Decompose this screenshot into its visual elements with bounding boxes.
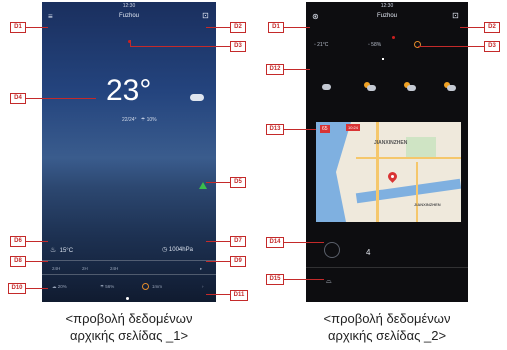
divider: [42, 260, 216, 261]
label-d6: D6: [10, 236, 26, 247]
label-d7: D7: [230, 236, 246, 247]
forecast-tab-2[interactable]: 2H: [82, 266, 88, 271]
forecast-tab-3[interactable]: 24H: [110, 266, 118, 271]
caption-line-2: αρχικής σελίδας _1>: [69, 328, 189, 343]
top-temp: ▫ 21°C: [314, 42, 329, 48]
road: [356, 157, 461, 159]
pointer-line: [284, 27, 310, 28]
road: [376, 122, 379, 222]
status-bar: 12:30: [122, 3, 136, 9]
pointer-line: [418, 46, 484, 47]
pointer-line: [26, 98, 96, 99]
pointer-line: [26, 288, 48, 289]
current-temperature: 23°: [106, 74, 152, 107]
label-d13: D13: [266, 124, 284, 135]
divider: [306, 267, 468, 268]
cloud-icon: [367, 85, 376, 91]
status-bar: 12:30: [380, 3, 394, 9]
pointer-line: [26, 241, 48, 242]
footer-value-1: ☁ 20%: [52, 284, 67, 289]
sunrise-icon: ⌓: [326, 278, 332, 285]
pointer-line: [26, 27, 48, 28]
forecast-tab-1[interactable]: 24H: [52, 266, 60, 271]
label-d9: D9: [230, 256, 246, 267]
share-icon[interactable]: ⊡: [202, 12, 209, 20]
label-d15: D15: [266, 274, 284, 285]
more-icon[interactable]: ▸: [200, 266, 202, 272]
pointer-line: [460, 27, 484, 28]
weather-map[interactable]: 65 10:24 JIANXINZHEN JIANXINZHEN: [316, 122, 461, 222]
pointer-line: [130, 40, 131, 46]
cloud-icon: [190, 94, 204, 101]
pointer-line: [284, 129, 316, 130]
warning-icon[interactable]: [199, 182, 207, 189]
city-name: Fuzhou: [376, 13, 397, 19]
label-d3: D3: [230, 41, 246, 52]
pointer-line: [206, 182, 230, 183]
divider: [42, 274, 216, 275]
road: [416, 162, 418, 222]
caption-line-1: <προβολή δεδομένων: [65, 311, 193, 326]
next-icon[interactable]: ›: [202, 284, 204, 289]
label-d12: D12: [266, 64, 284, 75]
cloud-icon: [322, 84, 331, 90]
label-d2: D2: [484, 22, 500, 33]
label-d11: D11: [230, 290, 248, 301]
map-badge-time: 10:24: [346, 124, 361, 131]
caption-screen-1: <προβολή δεδομένων αρχικής σελίδας _1>: [29, 310, 229, 344]
pointer-line: [206, 261, 230, 262]
label-d1: D1: [268, 22, 284, 33]
pointer-line: [206, 241, 230, 242]
pointer-line: [284, 279, 324, 280]
wind-value: 4: [366, 248, 371, 257]
pointer-line: [206, 294, 230, 295]
label-d8: D8: [10, 256, 26, 267]
temp-range: 22/24° ☂ 10%: [122, 117, 157, 123]
river: [316, 122, 351, 222]
pointer-line: [284, 69, 310, 70]
caption-line-1: <προβολή δεδομένων: [323, 311, 451, 326]
pointer-line: [130, 46, 230, 47]
caption-line-2: αρχικής σελίδας _2>: [327, 328, 447, 343]
indoor-temp: ♨ 15°C: [50, 247, 74, 254]
label-d2: D2: [230, 22, 246, 33]
weather-home-screen-2: 12:30 ⊛ Fuzhou ⊡ ▫ 21°C ▫ 58% 65 10:24 J…: [306, 2, 468, 302]
weather-home-screen-1: 12:30 ≡ Fuzhou ⊡ 23° 22/24° ☂ 10% ♨ 15°C…: [42, 2, 216, 302]
pressure-value: ◷ 1004hPa: [162, 247, 193, 253]
rain-icon: [142, 283, 149, 290]
footer-value-2: ☂ 56%: [100, 284, 115, 289]
map-badge: 65: [320, 125, 330, 133]
top-humidity: ▫ 58%: [368, 42, 382, 48]
map-area-label-2: JIANXINZHEN: [414, 202, 441, 207]
pointer-line: [284, 242, 324, 243]
cloud-icon: [447, 85, 456, 91]
pointer-line: [206, 27, 230, 28]
pin-center: [391, 175, 394, 178]
label-d14: D14: [266, 237, 284, 248]
city-name: Fuzhou: [118, 13, 139, 19]
cloud-icon: [407, 85, 416, 91]
pointer-line: [26, 261, 48, 262]
footer-value-3: 1mm: [152, 284, 162, 289]
page-dot: [382, 58, 384, 60]
label-d1: D1: [10, 22, 26, 33]
label-d4: D4: [10, 93, 26, 104]
park-area: [406, 137, 436, 159]
river: [355, 178, 461, 204]
share-icon[interactable]: ⊡: [452, 12, 459, 20]
label-d10: D10: [8, 283, 26, 294]
indicator-dot: [392, 36, 395, 39]
label-d5: D5: [230, 177, 246, 188]
caption-screen-2: <προβολή δεδομένων αρχικής σελίδας _2>: [287, 310, 487, 344]
page-dot: [126, 297, 129, 300]
label-d3: D3: [484, 41, 500, 52]
map-area-label: JIANXINZHEN: [374, 140, 408, 146]
compass-icon: [324, 242, 340, 258]
